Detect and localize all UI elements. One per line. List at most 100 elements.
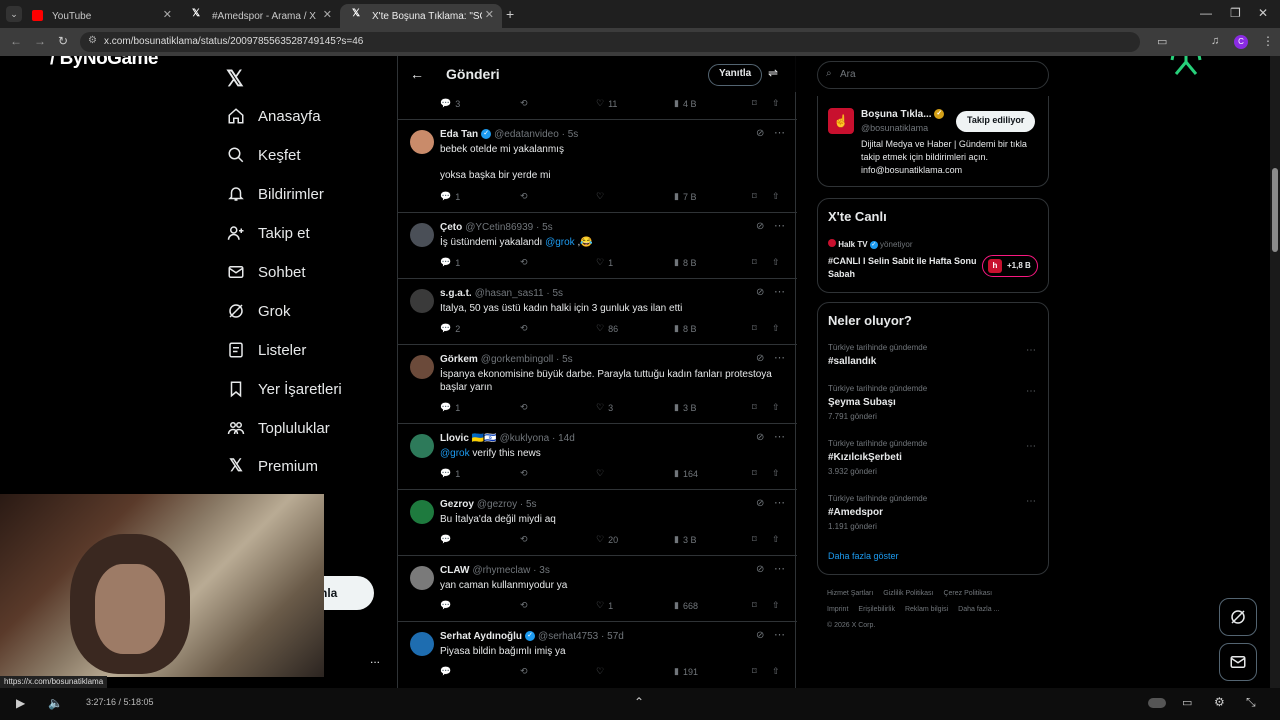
reply-tweet[interactable]: Çeto @YCetin86939 · 5s ⊘ ⋯ İş üstündemi yaka… <box>398 212 797 278</box>
avatar[interactable] <box>410 434 434 458</box>
profile-avatar[interactable]: ☝ <box>828 108 854 134</box>
tweet-time[interactable]: 5s <box>562 354 573 365</box>
more-options-icon[interactable]: ⋯ <box>774 126 785 139</box>
grok-icon[interactable]: ⊘ <box>756 630 764 641</box>
profile-name[interactable]: Boşuna Tıkla... ✓ <box>861 109 945 120</box>
tweet-time[interactable]: 57d <box>607 631 624 642</box>
tweet-time[interactable]: 14d <box>558 433 575 444</box>
tweet-time[interactable]: 3s <box>539 565 550 576</box>
grok-icon[interactable]: ⊘ <box>756 353 764 364</box>
play-icon[interactable]: ▶ <box>16 696 25 710</box>
fullscreen-icon[interactable]: ⤡ <box>1246 695 1256 710</box>
restore-icon[interactable]: ❐ <box>1230 6 1241 20</box>
avatar[interactable] <box>410 355 434 379</box>
repost-action[interactable]: ⟲ <box>520 323 532 334</box>
tweet-author[interactable]: Llovic 🇺🇦🇮🇱 @kuklyona · 14d <box>440 433 575 444</box>
sidebar-item-home[interactable]: Anasayfa <box>226 101 321 131</box>
reply-tweet[interactable]: Serhat Aydınoğlu ✓ @serhat4753 · 57d ⊘ ⋯ Piya… <box>398 621 797 687</box>
reply-action[interactable]: 💬 3 <box>440 98 460 109</box>
more-options-icon[interactable]: ⋯ <box>774 496 785 509</box>
avatar[interactable] <box>410 130 434 154</box>
footer-link[interactable]: Erişilebilirlik <box>858 606 895 613</box>
tweet-author[interactable]: Eda Tan ✓ @edatanvideo · 5s <box>440 129 578 140</box>
autoplay-toggle[interactable] <box>1148 698 1166 708</box>
views-action[interactable]: ▮ 668 <box>674 600 698 611</box>
repost-action[interactable]: ⟲ <box>520 666 532 677</box>
grok-fab[interactable] <box>1219 598 1257 636</box>
bookmark-action[interactable]: ⌑ <box>752 600 757 611</box>
bookmark-action[interactable]: ⌑ <box>752 468 757 479</box>
address-bar[interactable]: ⚙ x.com/bosunatiklama/status/20097855635… <box>80 32 1140 52</box>
share-action[interactable]: ⇧ <box>772 257 780 268</box>
tweet-time[interactable]: 5s <box>542 222 553 233</box>
tweet-time[interactable]: 5s <box>552 288 563 299</box>
repost-action[interactable]: ⟲ <box>520 191 532 202</box>
browser-menu-icon[interactable]: ⋮ <box>1262 34 1274 48</box>
views-action[interactable]: ▮ 164 <box>674 468 698 479</box>
grok-icon[interactable]: ⊘ <box>756 221 764 232</box>
bookmark-action[interactable]: ⌑ <box>752 191 757 202</box>
footer-link[interactable]: Imprint <box>827 606 848 613</box>
avatar[interactable] <box>410 566 434 590</box>
footer-link[interactable]: Gizlilik Politikası <box>883 590 933 597</box>
like-action[interactable]: ♡ 1 <box>596 600 613 611</box>
forward-arrow-icon[interactable]: → <box>34 34 46 48</box>
account-more-icon[interactable]: ... <box>370 652 380 666</box>
like-action[interactable]: ♡ <box>596 666 608 677</box>
share-action[interactable]: ⇧ <box>772 534 780 545</box>
sidebar-item-follow[interactable]: Takip et <box>226 218 310 248</box>
views-action[interactable]: ▮ 3 B <box>674 534 696 545</box>
reply-action[interactable]: 💬 <box>440 600 455 611</box>
settings-gear-icon[interactable]: ⚙ <box>1214 695 1225 709</box>
filter-icon[interactable]: ⇌ <box>768 66 778 80</box>
close-tab-icon[interactable]: ✕ <box>163 8 172 21</box>
reply-action[interactable]: 💬 2 <box>440 323 460 334</box>
tweet-author[interactable]: s.g.a.t. @hasan_sas11 · 5s <box>440 288 563 299</box>
tweet-author[interactable]: Görkem @gorkembingoll · 5s <box>440 354 573 365</box>
views-action[interactable]: ▮ 4 B <box>674 98 696 109</box>
profile-avatar[interactable]: C <box>1234 35 1248 49</box>
search-input[interactable]: ⌕ Ara <box>817 61 1049 89</box>
reply-action[interactable]: 💬 <box>440 534 455 545</box>
subtitles-icon[interactable]: ▭ <box>1182 696 1192 709</box>
bookmark-action[interactable]: ⌑ <box>752 666 757 677</box>
views-action[interactable]: ▮ 8 B <box>674 323 696 334</box>
like-action[interactable]: ♡ 86 <box>596 323 618 334</box>
reply-tweet[interactable]: s.g.a.t. @hasan_sas11 · 5s ⊘ ⋯ Italya, 50 ya… <box>398 278 797 344</box>
avatar[interactable] <box>410 500 434 524</box>
share-action[interactable]: ⇧ <box>772 600 780 611</box>
avatar[interactable] <box>410 632 434 656</box>
footer-link[interactable]: Çerez Politikası <box>943 590 992 597</box>
more-options-icon[interactable]: ⋯ <box>774 219 785 232</box>
bookmark-action[interactable]: ⌑ <box>752 534 757 545</box>
share-action[interactable]: ⇧ <box>772 191 780 202</box>
more-options-icon[interactable]: ⋯ <box>774 628 785 641</box>
share-action[interactable]: ⇧ <box>772 666 780 677</box>
grok-icon[interactable]: ⊘ <box>756 432 764 443</box>
reply-tweet[interactable]: Görkem @gorkembingoll · 5s ⊘ ⋯ İspanya ekono… <box>398 344 797 423</box>
page-scrollbar[interactable] <box>1270 56 1280 688</box>
close-tab-icon[interactable]: ✕ <box>485 8 494 21</box>
volume-icon[interactable]: 🔈 <box>48 696 63 710</box>
sidebar-item-grok[interactable]: Grok <box>226 296 291 326</box>
share-action[interactable]: ⇧ <box>772 98 780 109</box>
bookmark-action[interactable]: ⌑ <box>752 402 757 413</box>
tweet-author[interactable]: CLAW @rhymeclaw · 3s <box>440 565 550 576</box>
repost-action[interactable]: ⟲ <box>520 402 532 413</box>
back-arrow-icon[interactable]: ← <box>10 34 22 48</box>
sidebar-item-bookmarks[interactable]: Yer İşaretleri <box>226 374 342 404</box>
like-action[interactable]: ♡ 11 <box>596 98 617 109</box>
close-window-icon[interactable]: ✕ <box>1258 6 1268 20</box>
reply-action[interactable]: 💬 1 <box>440 191 460 202</box>
avatar[interactable] <box>410 289 434 313</box>
repost-action[interactable]: ⟲ <box>520 600 532 611</box>
more-options-icon[interactable]: ⋯ <box>774 430 785 443</box>
scroll-thumb[interactable] <box>1272 168 1278 252</box>
show-more-link[interactable]: Daha fazla göster <box>828 551 899 561</box>
reply-tweet[interactable]: Eda Tan ✓ @edatanvideo · 5s ⊘ ⋯ bebek otelde … <box>398 119 797 212</box>
more-options-icon[interactable]: ⋯ <box>774 351 785 364</box>
site-info-icon[interactable]: ⚙ <box>88 35 97 46</box>
more-options-icon[interactable]: ⋯ <box>774 285 785 298</box>
views-action[interactable]: ▮ 3 B <box>674 402 696 413</box>
grok-icon[interactable]: ⊘ <box>756 564 764 575</box>
